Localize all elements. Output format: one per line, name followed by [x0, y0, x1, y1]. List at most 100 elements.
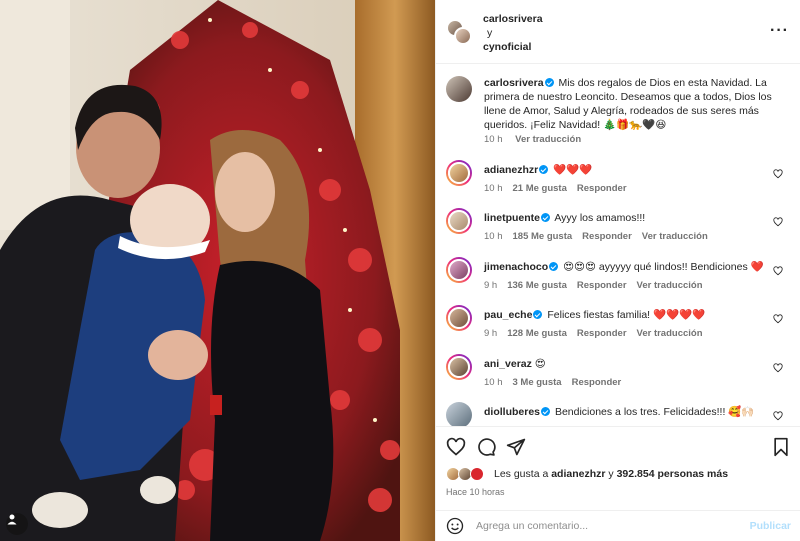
comment-icon[interactable]	[476, 437, 496, 457]
comment-row: pau_eche Felices fiestas familia! ❤️❤️❤️…	[446, 305, 791, 349]
avatar[interactable]	[446, 160, 472, 186]
more-options-button[interactable]: ···	[770, 22, 789, 40]
post-details-panel: carlosrivera y cynoficial ··· carlosrive…	[435, 0, 800, 541]
add-comment-bar: Agrega un comentario... Publicar	[436, 510, 800, 541]
avatar[interactable]	[446, 76, 472, 102]
see-translation-link[interactable]: Ver traducción	[515, 134, 581, 145]
caption-time[interactable]: 10 h	[484, 134, 503, 145]
verified-icon	[541, 213, 551, 222]
like-comment-heart-icon[interactable]	[773, 217, 783, 227]
verified-icon	[533, 310, 543, 319]
user-tag-button[interactable]	[6, 513, 28, 535]
likes-count[interactable]: 392.854 personas más	[617, 468, 729, 480]
user-tag-icon	[7, 514, 17, 525]
see-translation-link[interactable]: Ver traducción	[637, 328, 703, 339]
header-user1[interactable]: carlosrivera	[483, 13, 543, 25]
comment-row: diolluberes Bendiciones a los tres. Feli…	[446, 402, 791, 426]
caption-text-block: carlosrivera Mis dos regalos de Dios en …	[484, 76, 784, 132]
likes-user[interactable]: adianezhzr	[551, 468, 605, 480]
comment-time[interactable]: 10 h	[484, 231, 503, 242]
collab-names: carlosrivera y cynoficial	[483, 12, 543, 54]
comment-row: adianezhzr ❤️❤️❤️ 10 h 21 Me gusta Respond…	[446, 160, 791, 204]
comment-input[interactable]: Agrega un comentario...	[476, 520, 588, 532]
comment-likes[interactable]: 128 Me gusta	[507, 328, 567, 339]
comment-row: ani_veraz 😍 10 h 3 Me gusta Responder	[446, 354, 791, 398]
post-header: carlosrivera y cynoficial ···	[436, 0, 800, 64]
post-actions: Les gusta a adianezhzr y 392.854 persona…	[436, 426, 800, 510]
reply-button[interactable]: Responder	[572, 377, 622, 388]
like-comment-heart-icon[interactable]	[773, 266, 783, 276]
collab-avatars[interactable]	[446, 19, 472, 45]
comment-username[interactable]: adianezhzr	[484, 164, 538, 176]
like-comment-heart-icon[interactable]	[773, 411, 783, 421]
photo-illustration	[0, 0, 435, 541]
avatar[interactable]	[446, 208, 472, 234]
comment-text: Felices fiestas familia! ❤️❤️❤️❤️	[547, 309, 706, 321]
like-comment-heart-icon[interactable]	[773, 363, 783, 373]
comments-list[interactable]: carlosrivera Mis dos regalos de Dios en …	[436, 64, 800, 426]
avatar[interactable]	[446, 354, 472, 380]
comment-text-block: diolluberes Bendiciones a los tres. Feli…	[484, 405, 784, 419]
comment-text: 😍😍😍 ayyyyy qué lindos!! Bendiciones ❤️	[563, 261, 764, 273]
comment-meta: 9 h 128 Me gusta Responder Ver traducción	[484, 328, 713, 339]
likes-middle: y	[608, 468, 614, 480]
see-translation-link[interactable]: Ver traducción	[637, 280, 703, 291]
comment-time[interactable]: 9 h	[484, 328, 497, 339]
heart-icon[interactable]	[446, 437, 466, 457]
reply-button[interactable]: Responder	[577, 328, 627, 339]
see-translation-link[interactable]: Ver traducción	[642, 231, 708, 242]
bookmark-icon[interactable]	[771, 437, 791, 457]
emoji-icon[interactable]	[446, 517, 464, 535]
comment-text: ❤️❤️❤️	[553, 164, 593, 176]
comment-time[interactable]: 10 h	[484, 377, 503, 388]
comment-username[interactable]: linetpuente	[484, 212, 540, 224]
comment-meta: 9 h 136 Me gusta Responder Ver traducción	[484, 280, 713, 291]
likes-prefix: Les gusta a	[494, 468, 549, 480]
comment-time[interactable]: 9 h	[484, 280, 497, 291]
header-user2[interactable]: cynoficial	[483, 41, 531, 53]
comment-likes[interactable]: 21 Me gusta	[513, 183, 567, 194]
comment-meta: 10 h 185 Me gusta Responder Ver traducción	[484, 231, 718, 242]
comment-username[interactable]: jimenachoco	[484, 261, 548, 273]
verified-icon	[539, 165, 549, 174]
comment-likes[interactable]: 185 Me gusta	[513, 231, 573, 242]
comment-text-block: adianezhzr ❤️❤️❤️	[484, 163, 784, 177]
comment-username[interactable]: diolluberes	[484, 406, 540, 418]
post-time-ago: Hace 10 horas	[446, 487, 505, 497]
avatar[interactable]	[446, 305, 472, 331]
comment-likes[interactable]: 3 Me gusta	[513, 377, 562, 388]
comment-row: linetpuente Ayyy los amamos!!! 10 h 185 M…	[446, 208, 791, 252]
likes-summary[interactable]: Les gusta a adianezhzr y 392.854 persona…	[446, 467, 728, 481]
share-icon[interactable]	[506, 437, 526, 457]
caption-username[interactable]: carlosrivera	[484, 77, 544, 89]
verified-icon	[549, 262, 559, 271]
comment-text-block: ani_veraz 😍	[484, 357, 784, 371]
comment-likes[interactable]: 136 Me gusta	[507, 280, 567, 291]
avatar[interactable]	[446, 257, 472, 283]
comment-time[interactable]: 10 h	[484, 183, 503, 194]
comment-username[interactable]: pau_eche	[484, 309, 532, 321]
comment-meta: 10 h 3 Me gusta Responder	[484, 377, 631, 388]
comment-meta: 10 h 21 Me gusta Responder	[484, 183, 637, 194]
reply-button[interactable]: Responder	[577, 183, 627, 194]
comment-username[interactable]: ani_veraz	[484, 358, 532, 370]
header-conj: y	[487, 27, 493, 39]
publish-button[interactable]: Publicar	[750, 520, 791, 532]
comment-text: Ayyy los amamos!!!	[554, 212, 646, 224]
comment-text-block: linetpuente Ayyy los amamos!!!	[484, 211, 784, 225]
like-comment-heart-icon[interactable]	[773, 169, 783, 179]
comment-text-block: jimenachoco 😍😍😍 ayyyyy qué lindos!! Bend…	[484, 260, 784, 274]
comment-text: 😍	[534, 358, 546, 370]
reply-button[interactable]: Responder	[582, 231, 632, 242]
comment-text: Bendiciones a los tres. Felicidades!!! 🥰…	[554, 406, 755, 418]
caption-meta: 10 h Ver traducción	[484, 134, 591, 145]
avatar[interactable]	[446, 402, 472, 426]
post-photo[interactable]	[0, 0, 435, 541]
reply-button[interactable]: Responder	[577, 280, 627, 291]
avatar[interactable]	[454, 27, 472, 45]
verified-icon	[541, 407, 551, 416]
more-icon: ···	[770, 22, 789, 39]
liker-avatars	[446, 467, 488, 481]
comment-row: jimenachoco 😍😍😍 ayyyyy qué lindos!! Bend…	[446, 257, 791, 301]
like-comment-heart-icon[interactable]	[773, 314, 783, 324]
